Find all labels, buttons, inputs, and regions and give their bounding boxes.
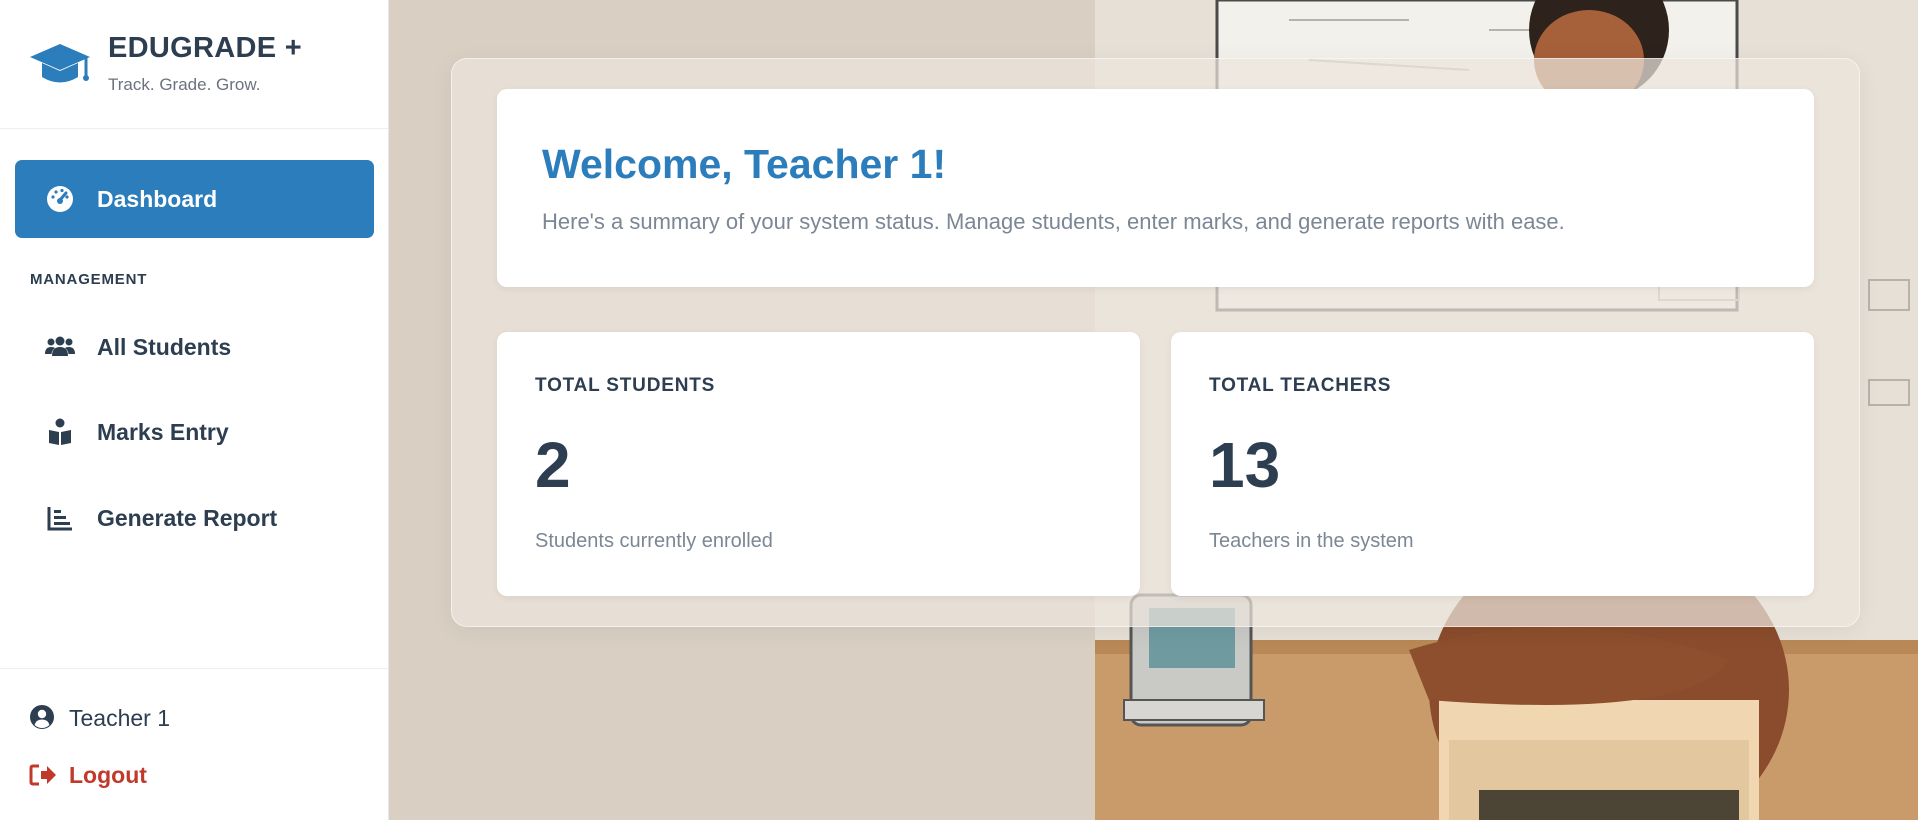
stat-card-total-students: TOTAL STUDENTS 2 Students currently enro…	[497, 332, 1140, 596]
user-name: Teacher 1	[69, 705, 171, 731]
stat-value: 2	[535, 429, 571, 501]
sidebar-item-label: All Students	[97, 334, 232, 360]
divider	[0, 128, 389, 129]
book-reader-icon	[45, 417, 75, 447]
user-profile[interactable]: Teacher 1	[29, 702, 329, 734]
app-window: EDUGRADE + Track. Grade. Grow. Dashboard…	[0, 0, 1918, 820]
logout-button[interactable]: Logout	[29, 760, 329, 792]
stat-description: Students currently enrolled	[535, 530, 773, 552]
stat-description: Teachers in the system	[1209, 530, 1414, 552]
sidebar-item-generate-report[interactable]: Generate Report	[15, 483, 374, 553]
gauge-icon	[45, 184, 75, 214]
logout-label: Logout	[69, 762, 147, 788]
section-label: MANAGEMENT	[30, 271, 148, 288]
brand-tagline: Track. Grade. Grow.	[108, 75, 261, 94]
stat-value: 13	[1209, 429, 1281, 501]
sidebar-item-label: Dashboard	[97, 186, 218, 212]
users-icon	[45, 332, 75, 362]
stat-label: TOTAL TEACHERS	[1209, 375, 1392, 396]
brand-name: EDUGRADE +	[108, 32, 302, 64]
brand[interactable]: EDUGRADE + Track. Grade. Grow.	[29, 30, 369, 100]
sidebar: EDUGRADE + Track. Grade. Grow. Dashboard…	[0, 0, 389, 820]
stat-card-total-teachers: TOTAL TEACHERS 13 Teachers in the system	[1171, 332, 1814, 596]
graduation-cap-icon	[29, 40, 91, 90]
sidebar-item-dashboard[interactable]: Dashboard	[15, 160, 374, 238]
user-circle-icon	[29, 704, 55, 730]
stat-label: TOTAL STUDENTS	[535, 375, 716, 396]
sidebar-item-label: Marks Entry	[97, 419, 229, 445]
welcome-description: Here's a summary of your system status. …	[542, 209, 1565, 234]
page-title: Welcome, Teacher 1!	[542, 141, 947, 187]
sidebar-item-label: Generate Report	[97, 505, 278, 531]
welcome-card: Welcome, Teacher 1! Here's a summary of …	[497, 89, 1814, 287]
sidebar-item-marks-entry[interactable]: Marks Entry	[15, 397, 374, 467]
divider	[0, 668, 389, 669]
sign-out-icon	[29, 763, 57, 787]
sidebar-item-all-students[interactable]: All Students	[15, 312, 374, 382]
bar-chart-icon	[45, 503, 75, 533]
